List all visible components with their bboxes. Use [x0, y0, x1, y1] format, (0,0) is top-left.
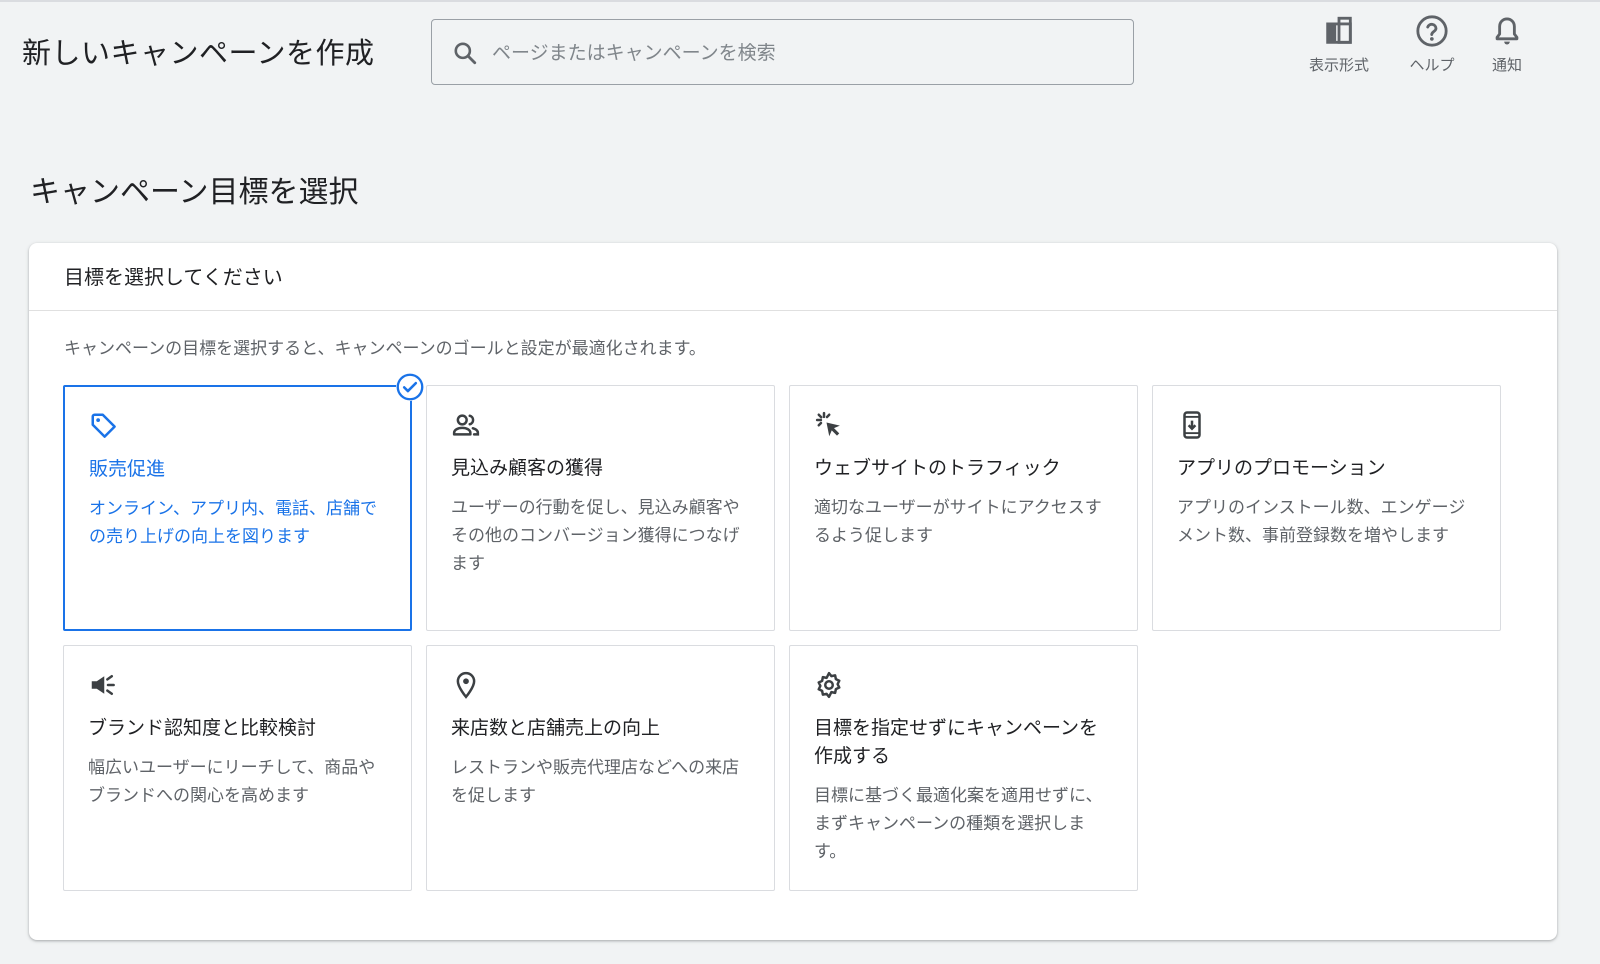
megaphone-icon [91, 675, 115, 695]
goal-card-app-promotion[interactable]: アプリのプロモーション アプリのインストール数、エンゲージメント数、事前登録数を… [1152, 385, 1501, 631]
bell-icon [1495, 17, 1519, 45]
goal-description: オンライン、アプリ内、電話、店舗での売り上げの向上を図ります [89, 499, 377, 547]
goal-card-brand-awareness[interactable]: ブランド認知度と比較検討 幅広いユーザーにリーチして、商品やブランドへの関心を高… [63, 645, 412, 891]
goal-description: 幅広いユーザーにリーチして、商品やブランドへの関心を高めます [88, 758, 376, 806]
goal-description: 適切なユーザーがサイトにアクセスするよう促します [814, 498, 1102, 546]
goal-title: 来店数と店舗売上の向上 [451, 717, 661, 739]
goal-title: 販売促進 [89, 458, 166, 480]
section-title: キャンペーン目標を選択 [30, 175, 359, 210]
goal-panel: 目標を選択してください キャンペーンの目標を選択すると、キャンペーンのゴールと設… [29, 243, 1557, 940]
goal-title: 見込み顧客の獲得 [451, 457, 604, 479]
tag-icon [91, 413, 116, 438]
notifications-label: 通知 [1491, 56, 1522, 74]
goal-card-store-visits[interactable]: 来店数と店舗売上の向上 レストランや販売代理店などへの来店を促します [426, 645, 775, 891]
appearance-label: 表示形式 [1308, 56, 1369, 74]
goal-card-leads[interactable]: 見込み顧客の獲得 ユーザーの行動を促し、見込み顧客やその他のコンバージョン獲得に… [426, 385, 775, 631]
panel-heading: 目標を選択してください [64, 265, 283, 289]
goal-description: 目標に基づく最適化案を適用せずに、まずキャンペーンの種類を選択します。 [814, 786, 1103, 862]
search-icon [454, 42, 477, 65]
appearance-button[interactable]: 表示形式 [1294, 14, 1384, 84]
goal-description: アプリのインストール数、エンゲージメント数、事前登録数を増やします [1177, 498, 1466, 546]
top-bar: 新しいキャンペーンを作成 表示形式 ヘルプ 通知 [0, 0, 1600, 100]
click-icon [815, 411, 840, 437]
goal-title: アプリのプロモーション [1177, 457, 1386, 479]
people-icon [452, 414, 480, 436]
goal-card-no-goal[interactable]: 目標を指定せずにキャンペーンを作成する 目標に基づく最適化案を適用せずに、まずキ… [789, 645, 1138, 891]
panel-header: 目標を選択してください [29, 243, 1557, 311]
location-pin-icon [456, 671, 476, 699]
panel-description: キャンペーンの目標を選択すると、キャンペーンのゴールと設定が最適化されます。 [64, 339, 706, 359]
goal-title: 目標を指定せずにキャンペーンを作成する [814, 717, 1099, 767]
appearance-icon [1326, 16, 1352, 44]
search-box[interactable] [431, 19, 1134, 85]
gear-icon [817, 671, 841, 699]
goal-title: ウェブサイトのトラフィック [814, 457, 1061, 479]
phone-download-icon [1183, 411, 1201, 439]
goal-card-sales[interactable]: 販売促進 オンライン、アプリ内、電話、店舗での売り上げの向上を図ります [63, 373, 424, 631]
page-title: 新しいキャンペーンを作成 [22, 36, 375, 70]
help-icon [1416, 15, 1448, 47]
notifications-button[interactable]: 通知 [1462, 14, 1552, 84]
search-input[interactable] [492, 36, 1112, 70]
goal-description: レストランや販売代理店などへの来店を促します [451, 758, 740, 806]
goal-description: ユーザーの行動を促し、見込み顧客やその他のコンバージョン獲得につなげます [451, 498, 740, 574]
check-circle-icon [396, 373, 424, 401]
goal-card-traffic[interactable]: ウェブサイトのトラフィック 適切なユーザーがサイトにアクセスするよう促します [789, 385, 1138, 631]
goal-title: ブランド認知度と比較検討 [88, 717, 317, 739]
